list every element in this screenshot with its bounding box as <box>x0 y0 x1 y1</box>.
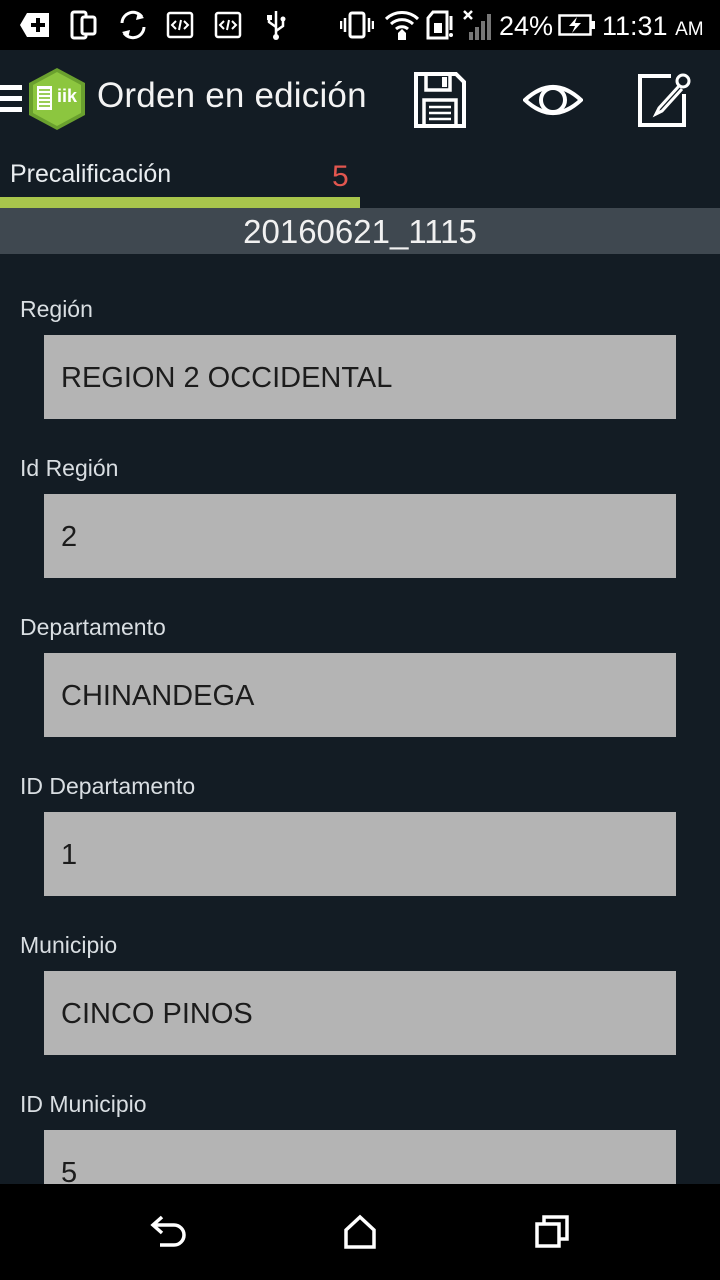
departamento-label: Departamento <box>20 614 166 640</box>
id-municipio-label: ID Municipio <box>20 1091 147 1117</box>
recents-button[interactable] <box>520 1202 584 1262</box>
view-icon <box>523 85 583 115</box>
id-municipio-field[interactable]: 5 <box>44 1130 676 1184</box>
back-button[interactable] <box>136 1202 200 1262</box>
app-bar: iik Orden en edición <box>0 50 720 150</box>
recents-icon <box>535 1215 569 1248</box>
id-departamento-label: ID Departamento <box>20 773 196 799</box>
add-box-icon <box>18 0 54 50</box>
page-title: Orden en edición <box>97 76 367 115</box>
back-icon <box>150 1215 186 1247</box>
region-label: Región <box>20 296 93 322</box>
clock-time: 11:31 <box>602 11 668 41</box>
clock-ampm: AM <box>675 19 704 40</box>
vibrate-icon <box>340 0 374 50</box>
dual-sim-icon <box>68 0 100 50</box>
edit-icon <box>638 73 691 127</box>
order-id: 20160621_1115 <box>0 208 720 254</box>
tab-count-badge: 5 <box>332 160 349 193</box>
save-icon <box>414 72 466 128</box>
app-logo[interactable]: iik <box>26 66 88 132</box>
menu-icon[interactable] <box>0 85 22 115</box>
code-icon <box>212 0 244 50</box>
municipio-label: Municipio <box>20 932 118 958</box>
navigation-bar <box>0 1184 720 1280</box>
app-logo-text: iik <box>57 86 78 106</box>
order-form: Región REGION 2 OCCIDENTAL Id Región 2 D… <box>0 254 720 1184</box>
edit-button[interactable] <box>632 68 696 132</box>
home-icon <box>344 1214 376 1249</box>
id-region-label: Id Región <box>20 455 119 481</box>
tab-precalificacion[interactable]: Precalificación 5 <box>0 150 720 208</box>
tab-label: Precalificación <box>10 160 172 188</box>
code-icon <box>164 0 196 50</box>
clock: 11:31 AM <box>602 0 704 50</box>
battery-charging-icon <box>558 0 596 50</box>
departamento-field[interactable]: CHINANDEGA <box>44 653 676 737</box>
region-field[interactable]: REGION 2 OCCIDENTAL <box>44 335 676 419</box>
battery-percent: 24% <box>499 11 554 41</box>
tab-indicator <box>0 197 360 208</box>
sd-card-alert-icon <box>424 0 456 50</box>
sync-icon <box>114 0 152 50</box>
municipio-field[interactable]: CINCO PINOS <box>44 971 676 1055</box>
wifi-icon <box>384 0 420 50</box>
home-button[interactable] <box>328 1202 392 1262</box>
no-signal-icon <box>460 0 494 50</box>
usb-icon <box>262 0 290 50</box>
view-button[interactable] <box>521 68 585 132</box>
status-bar: 24% 11:31 AM <box>0 0 720 50</box>
save-button[interactable] <box>408 68 472 132</box>
id-region-field[interactable]: 2 <box>44 494 676 578</box>
id-departamento-field[interactable]: 1 <box>44 812 676 896</box>
